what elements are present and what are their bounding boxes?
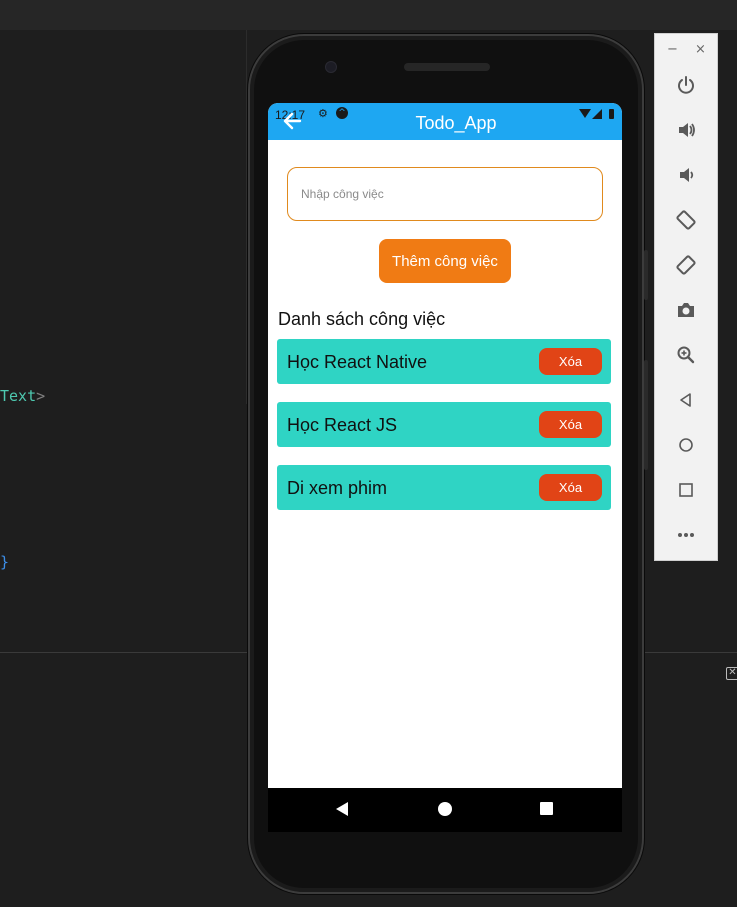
delete-task-button[interactable]: Xóa	[539, 348, 602, 375]
task-item: Học React JS Xóa	[277, 402, 611, 447]
app-bar: 12:17 ⚙ ^ Todo_App	[268, 103, 622, 140]
task-text: Học React Native	[287, 352, 428, 372]
earpiece-speaker	[404, 63, 490, 71]
nav-recent-apps-icon[interactable]	[540, 802, 553, 815]
nav-back-icon[interactable]	[336, 802, 348, 816]
code-fragment-brace: }	[0, 553, 10, 571]
delete-task-button[interactable]: Xóa	[539, 411, 602, 438]
front-camera	[325, 61, 337, 73]
close-button[interactable]: ×	[695, 42, 706, 57]
more-icon[interactable]	[671, 520, 701, 550]
editor-ruler	[246, 30, 247, 404]
back-icon[interactable]	[671, 385, 701, 415]
task-input[interactable]	[287, 167, 603, 221]
code-fragment-tag: Text>	[0, 387, 46, 405]
task-item: Di xem phim Xóa	[277, 465, 611, 510]
emulator-toolbar: − ×	[654, 33, 718, 561]
overview-icon[interactable]	[671, 475, 701, 505]
nav-home-icon[interactable]	[438, 802, 452, 816]
zoom-icon[interactable]	[671, 340, 701, 370]
device-screen: 12:17 ⚙ ^ Todo_App Thêm công việc Danh s…	[268, 103, 622, 788]
ide-top-bar	[0, 0, 737, 31]
home-icon[interactable]	[671, 430, 701, 460]
device-power-button	[644, 360, 648, 470]
task-text: Học React JS	[287, 415, 398, 435]
device-volume-button	[644, 250, 648, 300]
volume-down-icon[interactable]	[671, 160, 701, 190]
power-icon[interactable]	[671, 70, 701, 100]
android-nav-bar	[268, 788, 622, 832]
panel-close-icon[interactable]: ✕	[726, 667, 737, 680]
add-task-button[interactable]: Thêm công việc	[379, 239, 511, 283]
app-title: Todo_App	[415, 113, 497, 133]
task-item: Học React Native Xóa	[277, 339, 611, 384]
task-list-heading: Danh sách công việc	[278, 309, 446, 329]
rotate-left-icon[interactable]	[671, 205, 701, 235]
minimize-button[interactable]: −	[667, 42, 678, 57]
task-text: Di xem phim	[287, 478, 388, 498]
task-list: Học React Native Xóa Học React JS Xóa Di…	[277, 339, 611, 528]
delete-task-button[interactable]: Xóa	[539, 474, 602, 501]
rotate-right-icon[interactable]	[671, 250, 701, 280]
camera-icon[interactable]	[671, 295, 701, 325]
volume-up-icon[interactable]	[671, 115, 701, 145]
